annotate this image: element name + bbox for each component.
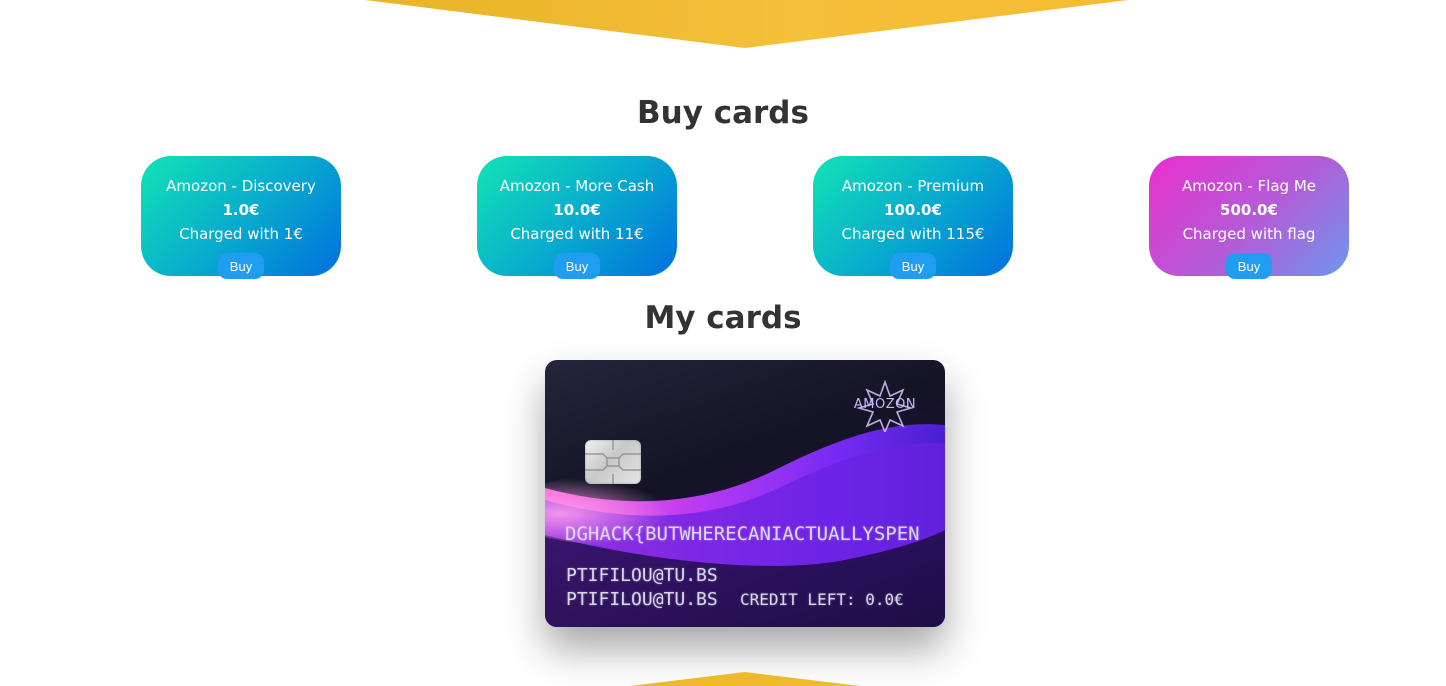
offer-charge: Charged with 1€ xyxy=(179,225,303,243)
offer-card-flag-me: Amozon - Flag Me 500.0€ Charged with fla… xyxy=(1149,156,1349,279)
offer-card-discovery: Amozon - Discovery 1.0€ Charged with 1€ … xyxy=(141,156,341,279)
offer-name: Amozon - More Cash xyxy=(499,177,655,195)
card-chip-icon xyxy=(585,440,641,484)
buy-cards-heading: Buy cards xyxy=(637,95,809,131)
buy-button-premium[interactable]: Buy xyxy=(890,253,936,279)
offer-name: Amozon - Premium xyxy=(841,177,985,195)
my-cards-heading: My cards xyxy=(644,300,802,336)
offer-card-more-cash: Amozon - More Cash 10.0€ Charged with 11… xyxy=(477,156,677,279)
offer-price: 10.0€ xyxy=(553,201,601,219)
buy-button-discovery[interactable]: Buy xyxy=(218,253,264,279)
offer-name: Amozon - Discovery xyxy=(166,177,316,195)
card-credit-left: CREDIT LEFT: 0.0€ xyxy=(740,590,904,609)
offer-price: 1.0€ xyxy=(222,201,260,219)
credit-card: AMOZON DGHACK{BUTWHERECANIACTUALLYSPEN P… xyxy=(545,360,945,627)
card-owner-duplicate: PTIFILOU@TU.BS xyxy=(566,589,718,610)
buy-button-more-cash[interactable]: Buy xyxy=(554,253,600,279)
card-owner: PTIFILOU@TU.BS xyxy=(566,565,718,586)
buy-button-flag-me[interactable]: Buy xyxy=(1226,253,1272,279)
offer-card-premium: Amozon - Premium 100.0€ Charged with 115… xyxy=(813,156,1013,279)
offer-price: 100.0€ xyxy=(884,201,942,219)
card-number: DGHACK{BUTWHERECANIACTUALLYSPEN xyxy=(565,523,920,545)
offer-charge: Charged with 11€ xyxy=(510,225,644,243)
offer-price: 500.0€ xyxy=(1220,201,1278,219)
bottom-banner-image xyxy=(630,672,860,686)
offer-charge: Charged with 115€ xyxy=(841,225,985,243)
card-logo-text: AMOZON xyxy=(853,397,917,412)
offer-charge: Charged with flag xyxy=(1182,225,1316,243)
offer-name: Amozon - Flag Me xyxy=(1181,177,1316,195)
top-banner-image xyxy=(365,0,1128,48)
